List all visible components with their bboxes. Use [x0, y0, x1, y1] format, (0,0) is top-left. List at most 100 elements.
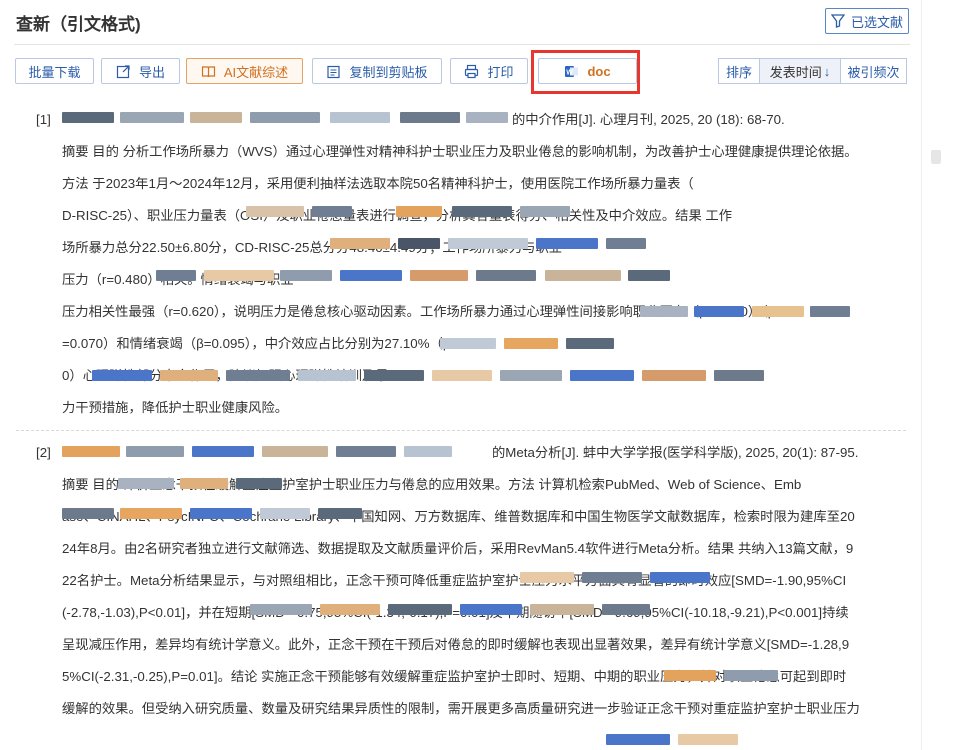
redaction-block [694, 306, 744, 317]
export-label: 导出 [138, 64, 165, 80]
redaction-block [260, 508, 310, 519]
redaction-block [120, 508, 182, 519]
redaction-block [190, 112, 242, 123]
redaction-block [650, 572, 710, 583]
redaction-block [520, 206, 570, 217]
selected-docs-button[interactable]: 已选文献 [825, 8, 909, 34]
sort-label[interactable]: 排序 [718, 58, 760, 84]
redaction-block [336, 446, 396, 457]
redaction-block [250, 604, 312, 615]
sort-cited-count[interactable]: 被引频次 [840, 58, 907, 84]
redaction-block [404, 446, 452, 457]
redaction-block [280, 270, 332, 281]
abstract-line: 方法 于2023年1月～2024年12月，采用便利抽样法选取本院50名精神科护士… [62, 176, 694, 191]
redaction-block [810, 306, 850, 317]
redaction-block [396, 206, 442, 217]
batch-download-button[interactable]: 批量下载 [15, 58, 94, 84]
redaction-block [452, 206, 512, 217]
reference-number: [1] [36, 112, 51, 127]
redaction-block [678, 734, 738, 745]
print-button[interactable]: 打印 [450, 58, 528, 84]
copy-clipboard-label: 复制到剪贴板 [349, 64, 428, 80]
redaction-block [118, 478, 174, 489]
abstract-line: 缓解的效果。但受纳入研究质量、数量及研究结果异质性的限制，需开展更多高质量研究进… [62, 701, 860, 716]
redaction-block [180, 478, 228, 489]
export-icon [116, 64, 130, 78]
ai-review-label: AI文献综述 [223, 64, 289, 80]
redaction-block [120, 112, 184, 123]
book-icon [201, 65, 215, 77]
redaction-block [262, 446, 328, 457]
redaction-block [236, 478, 282, 489]
filter-icon [830, 14, 845, 28]
redaction-block [520, 572, 574, 583]
redaction-block [500, 370, 562, 381]
redaction-block [400, 112, 460, 123]
redaction-block [226, 370, 290, 381]
abstract-line: 摘要 目的 分析工作场所暴力（WVS）通过心理弹性对精神科护士职业压力及职业倦怠… [62, 144, 858, 159]
redaction-block [388, 604, 452, 615]
redaction-block [530, 604, 594, 615]
redaction-block [460, 604, 522, 615]
redaction-block [320, 604, 380, 615]
redaction-block [566, 338, 614, 349]
redaction-block [160, 370, 218, 381]
redaction-block [752, 306, 804, 317]
sort-group: 排序 发表时间 ↓ 被引频次 [718, 58, 907, 84]
redaction-block [640, 306, 688, 317]
sort-publish-time-label: 发表时间 [769, 64, 822, 80]
copy-clipboard-button[interactable]: 复制到剪贴板 [312, 58, 442, 84]
redaction-block [318, 508, 362, 519]
redaction-block [432, 370, 492, 381]
redaction-block [410, 270, 468, 281]
redaction-block [62, 508, 114, 519]
selected-docs-label: 已选文献 [850, 14, 903, 30]
redaction-block [664, 670, 716, 681]
header-divider [14, 44, 910, 45]
redaction-block [724, 670, 778, 681]
redaction-block [156, 270, 196, 281]
redaction-block [312, 206, 352, 217]
redaction-block [250, 112, 320, 123]
redaction-block [714, 370, 764, 381]
abstract-line: 力干预措施，降低护士职业健康风险。 [62, 400, 289, 415]
ai-review-button[interactable]: AI文献综述 [186, 58, 303, 84]
redaction-block [628, 270, 670, 281]
redaction-block [298, 370, 356, 381]
redaction-block [606, 734, 670, 745]
doc-highlight-box [531, 50, 640, 94]
redaction-block [204, 270, 274, 281]
abstract-line: 22名护士。Meta分析结果显示，与对照组相比，正念干预可降低重症监护室护士压力… [62, 573, 847, 588]
redaction-block [606, 238, 646, 249]
sort-down-arrow-icon: ↓ [823, 63, 831, 79]
redaction-block [476, 270, 536, 281]
redaction-block [466, 112, 508, 123]
citation-text: 的中介作用[J]. 心理月刊, 2025, 20 (18): 68-70. [512, 112, 785, 127]
redaction-block [62, 446, 120, 457]
page-title: 查新（引文格式) [16, 15, 141, 34]
redaction-block [364, 370, 424, 381]
redaction-block [545, 270, 621, 281]
redaction-block [340, 270, 402, 281]
clipboard-icon [327, 65, 341, 78]
printer-icon [465, 64, 479, 78]
redaction-block [62, 112, 114, 123]
redaction-block [536, 238, 598, 249]
redaction-block [570, 370, 634, 381]
reference-number: [2] [36, 445, 51, 460]
export-button[interactable]: 导出 [101, 58, 180, 84]
redaction-block [126, 446, 184, 457]
redaction-block [582, 572, 642, 583]
redaction-block [642, 370, 706, 381]
print-label: 打印 [487, 64, 514, 80]
reference-divider [16, 430, 906, 431]
redaction-block [602, 604, 650, 615]
redaction-block [330, 238, 390, 249]
sort-publish-time[interactable]: 发表时间 ↓ [759, 58, 841, 84]
abstract-line: 24年8月。由2名研究者独立进行文献筛选、数据提取及文献质量评价后，采用RevM… [62, 541, 854, 556]
redaction-block [448, 238, 528, 249]
scrollbar-thumb[interactable] [931, 150, 941, 164]
redaction-block [92, 370, 152, 381]
redaction-block [504, 338, 558, 349]
reference-list: [1] 的中介作用[J]. 心理月刊, 2025, 20 (18): 68-70… [16, 104, 906, 725]
